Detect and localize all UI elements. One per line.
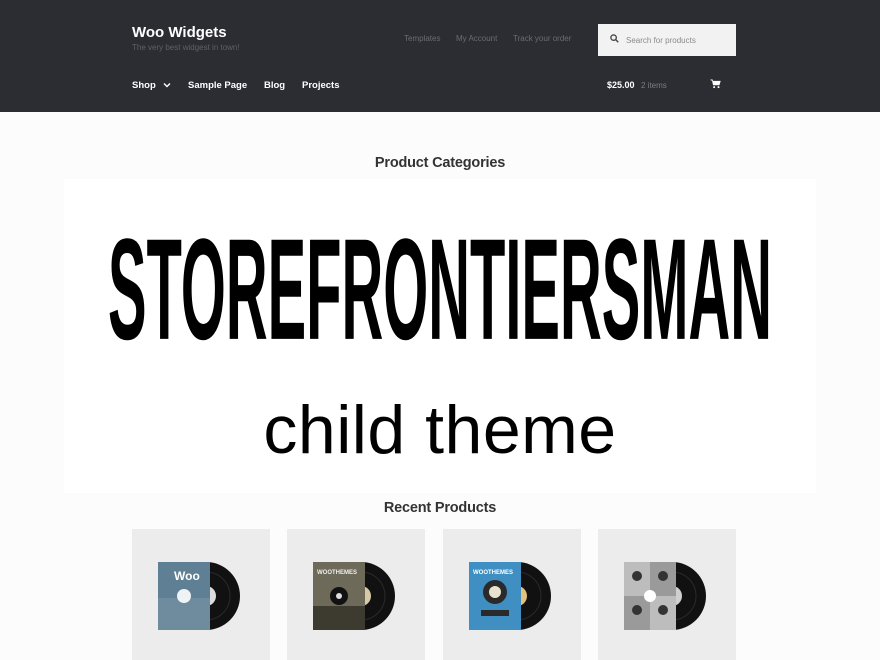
vinyl-record-icon: WOOTHEMES	[469, 562, 551, 630]
product-card[interactable]: Woo	[132, 529, 270, 660]
product-card[interactable]	[598, 529, 736, 660]
product-sleeve-text: Woo	[174, 569, 200, 583]
cart-icon[interactable]	[710, 79, 721, 89]
nav-templates[interactable]: Templates	[404, 34, 440, 43]
banner-title-text: STOREFRONTIERSMAN	[108, 208, 772, 369]
search-box[interactable]	[598, 24, 736, 56]
nav-track-order[interactable]: Track your order	[513, 34, 571, 43]
site-description: The very best widgest in town!	[132, 43, 240, 52]
product-sleeve-text: WOOTHEMES	[317, 570, 357, 576]
product-sleeve-text: WOOTHEMES	[473, 570, 513, 576]
category-banner[interactable]: STOREFRONTIERSMAN child theme	[64, 179, 816, 493]
banner-title: STOREFRONTIERSMAN	[108, 208, 772, 369]
search-icon	[610, 34, 619, 43]
product-card[interactable]: WOOTHEMES	[443, 529, 581, 660]
vinyl-record-icon: Woo	[158, 562, 240, 630]
chevron-down-icon[interactable]	[163, 82, 171, 88]
nav-my-account[interactable]: My Account	[456, 34, 497, 43]
search-input[interactable]	[626, 24, 732, 56]
banner-subtitle: child theme	[263, 392, 617, 468]
product-card[interactable]: WOOTHEMES	[287, 529, 425, 660]
cart-total[interactable]: $25.00	[607, 80, 635, 90]
section-title-recent-products: Recent Products	[383, 500, 497, 516]
nav-projects[interactable]: Projects	[302, 80, 340, 91]
site-header: Woo Widgets The very best widgest in tow…	[0, 0, 880, 112]
nav-shop[interactable]: Shop	[132, 80, 156, 91]
nav-blog[interactable]: Blog	[264, 80, 285, 91]
section-title-product-categories: Product Categories	[374, 155, 506, 171]
vinyl-record-icon: WOOTHEMES	[313, 562, 395, 630]
site-title[interactable]: Woo Widgets	[132, 24, 227, 41]
nav-sample-page[interactable]: Sample Page	[188, 80, 247, 91]
vinyl-record-icon	[624, 562, 706, 630]
cart-count[interactable]: 2 items	[641, 81, 667, 90]
